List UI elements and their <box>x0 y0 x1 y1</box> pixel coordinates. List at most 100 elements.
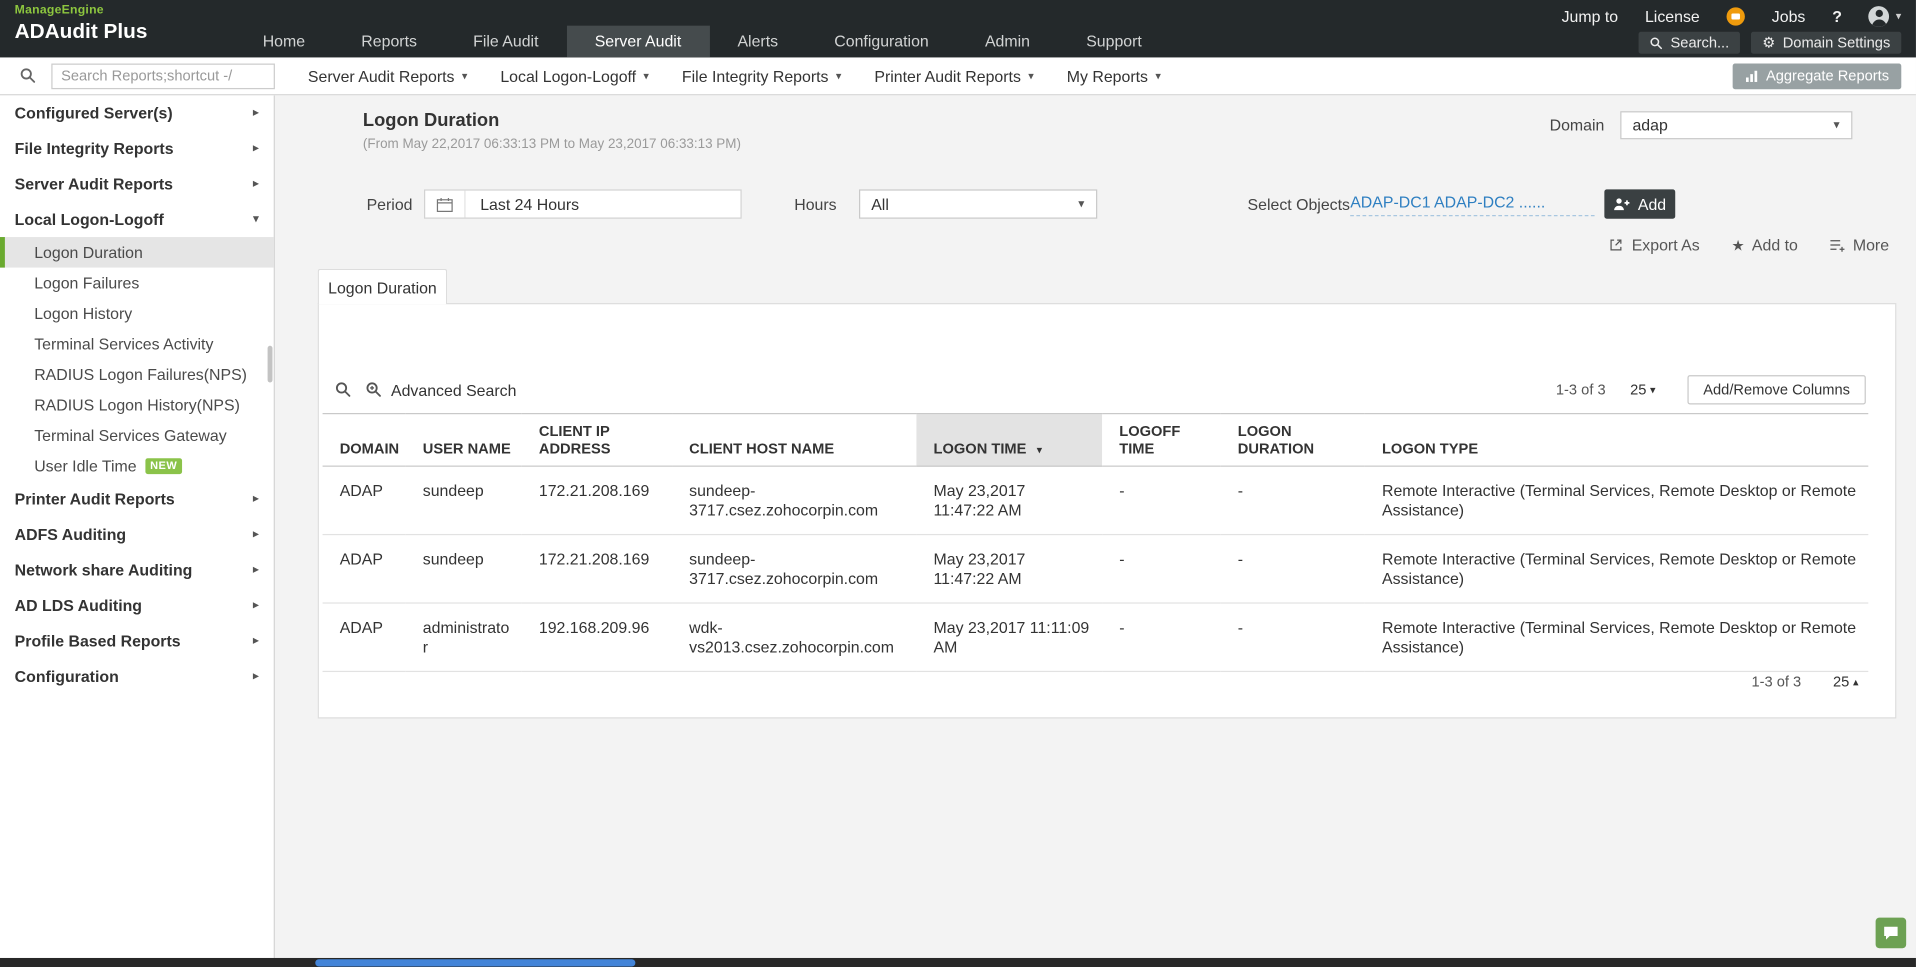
page-size-dropdown[interactable]: 25 ▾ <box>1630 381 1656 398</box>
export-as-button[interactable]: Export As <box>1608 236 1699 254</box>
chevron-up-icon: ▴ <box>1853 676 1859 687</box>
sidebar-item-adfs-auditing[interactable]: ADFS Auditing ▸ <box>0 517 274 552</box>
col-header-domain[interactable]: DOMAIN <box>323 414 406 467</box>
chevron-down-icon: ▾ <box>1067 197 1096 210</box>
table-row: ADAP administrator 192.168.209.96 wdk-vs… <box>323 603 1869 671</box>
report-time-range: (From May 22,2017 06:33:13 PM to May 23,… <box>363 137 741 152</box>
sidebar-item-printer-audit-reports[interactable]: Printer Audit Reports ▸ <box>0 481 274 516</box>
sidebar-scrollbar-thumb[interactable] <box>268 346 273 383</box>
menu-printer-audit-reports[interactable]: Printer Audit Reports ▾ <box>874 67 1033 85</box>
sidebar-item-local-logon-logoff[interactable]: Local Logon-Logoff ▾ <box>0 202 274 237</box>
new-badge: NEW <box>145 458 182 474</box>
chat-widget-button[interactable] <box>1876 918 1907 949</box>
nav-tab-alerts[interactable]: Alerts <box>709 26 806 58</box>
more-options-icon <box>1830 237 1846 253</box>
help-icon[interactable]: ? <box>1832 7 1842 25</box>
nav-tab-home[interactable]: Home <box>235 26 334 58</box>
menu-my-reports[interactable]: My Reports ▾ <box>1067 67 1161 85</box>
chevron-down-icon: ▾ <box>1896 11 1902 22</box>
sidebar-subitem-terminal-services-activity[interactable]: Terminal Services Activity <box>0 329 274 360</box>
col-header-client-ip-address[interactable]: CLIENT IP ADDRESS <box>522 414 672 467</box>
table-row: ADAP sundeep 172.21.208.169 sundeep-3717… <box>323 466 1869 534</box>
nav-tab-support[interactable]: Support <box>1058 26 1170 58</box>
sort-desc-icon: ▾ <box>1037 444 1043 456</box>
cell-logon-type: Remote Interactive (Terminal Services, R… <box>1365 535 1868 603</box>
aggregate-reports-button[interactable]: Aggregate Reports <box>1733 63 1901 89</box>
sidebar-item-configuration[interactable]: Configuration ▸ <box>0 659 274 694</box>
col-header-user-name[interactable]: USER NAME <box>406 414 522 467</box>
sidebar-item-server-audit-reports[interactable]: Server Audit Reports ▸ <box>0 166 274 201</box>
period-picker[interactable]: Last 24 Hours <box>424 189 742 218</box>
sidebar-subitem-logon-duration[interactable]: Logon Duration <box>0 237 274 268</box>
global-search-button[interactable]: Search... <box>1639 32 1740 54</box>
chevron-down-icon: ▾ <box>1155 70 1161 81</box>
user-avatar-icon <box>1869 6 1890 27</box>
col-header-logon-duration[interactable]: LOGON DURATION <box>1221 414 1365 467</box>
sidebar-item-ad-lds-auditing[interactable]: AD LDS Auditing ▸ <box>0 588 274 623</box>
col-header-client-host-name[interactable]: CLIENT HOST NAME <box>672 414 916 467</box>
nav-tab-configuration[interactable]: Configuration <box>806 26 957 58</box>
search-icon <box>20 67 37 84</box>
menu-server-audit-reports[interactable]: Server Audit Reports ▾ <box>308 67 467 85</box>
select-objects-label: Select Objects <box>1248 196 1350 214</box>
col-header-logon-time[interactable]: LOGON TIME ▾ <box>916 414 1102 467</box>
user-menu[interactable]: ▾ <box>1869 6 1901 27</box>
hours-select[interactable]: All ▾ <box>859 189 1097 218</box>
sidebar-item-file-integrity-reports[interactable]: File Integrity Reports ▸ <box>0 131 274 166</box>
license-link[interactable]: License <box>1645 7 1700 25</box>
chevron-right-icon: ▸ <box>253 528 259 540</box>
table-toolbar: Advanced Search 1-3 of 3 25 ▾ Add/Remove… <box>335 374 1866 406</box>
nav-tab-admin[interactable]: Admin <box>957 26 1058 58</box>
sidebar-subitem-radius-logon-failures[interactable]: RADIUS Logon Failures(NPS) <box>0 359 274 390</box>
sidebar-item-configured-servers[interactable]: Configured Server(s) ▸ <box>0 95 274 130</box>
jump-to-link[interactable]: Jump to <box>1562 7 1619 25</box>
page-head: Logon Duration (From May 22,2017 06:33:1… <box>363 110 741 152</box>
header-utility-links: Jump to License Jobs ? ▾ <box>1562 6 1902 27</box>
tab-logon-duration[interactable]: Logon Duration <box>318 269 448 304</box>
chevron-right-icon: ▸ <box>253 493 259 505</box>
horizontal-scrollbar-thumb[interactable] <box>315 959 635 966</box>
report-search-input[interactable] <box>51 63 275 89</box>
col-header-logon-type[interactable]: LOGON TYPE <box>1365 414 1868 467</box>
sidebar-subitem-logon-history[interactable]: Logon History <box>0 298 274 329</box>
nav-tab-reports[interactable]: Reports <box>333 26 445 58</box>
sidebar-subitem-logon-failures[interactable]: Logon Failures <box>0 268 274 299</box>
col-header-logoff-time[interactable]: LOGOFF TIME <box>1102 414 1221 467</box>
jobs-link[interactable]: Jobs <box>1772 7 1806 25</box>
chevron-right-icon: ▸ <box>253 178 259 190</box>
sidebar-item-profile-based-reports[interactable]: Profile Based Reports ▸ <box>0 623 274 658</box>
page-size-dropdown[interactable]: 25 ▴ <box>1833 673 1859 690</box>
sidebar: Configured Server(s) ▸ File Integrity Re… <box>0 95 275 967</box>
add-objects-button[interactable]: Add <box>1604 189 1675 218</box>
nav-tab-file-audit[interactable]: File Audit <box>445 26 567 58</box>
cell-client-ip: 172.21.208.169 <box>522 466 672 534</box>
advanced-search-icon[interactable] <box>365 381 382 398</box>
menu-local-logon-logoff[interactable]: Local Logon-Logoff ▾ <box>500 67 649 85</box>
cell-logoff-time: - <box>1102 603 1221 671</box>
feedback-icon[interactable] <box>1727 7 1745 25</box>
chevron-right-icon: ▸ <box>253 564 259 576</box>
cell-domain: ADAP <box>323 535 406 603</box>
domain-settings-button[interactable]: ⚙ Domain Settings <box>1751 32 1901 54</box>
domain-select[interactable]: adap ▾ <box>1620 111 1852 139</box>
table-row: ADAP sundeep 172.21.208.169 sundeep-3717… <box>323 535 1869 603</box>
chevron-down-icon: ▾ <box>1822 119 1851 132</box>
more-button[interactable]: More <box>1830 236 1889 254</box>
menu-file-integrity-reports[interactable]: File Integrity Reports ▾ <box>682 67 841 85</box>
chevron-right-icon: ▸ <box>253 670 259 682</box>
advanced-search-link[interactable]: Advanced Search <box>391 381 516 399</box>
sidebar-subitem-radius-logon-history[interactable]: RADIUS Logon History(NPS) <box>0 390 274 421</box>
sidebar-subitem-user-idle-time[interactable]: User Idle Time NEW <box>0 451 274 482</box>
search-icon[interactable] <box>335 381 352 398</box>
sidebar-subitem-terminal-services-gateway[interactable]: Terminal Services Gateway <box>0 420 274 451</box>
search-icon <box>1650 36 1663 49</box>
selected-objects-link[interactable]: ADAP-DC1 ADAP-DC2 ...... <box>1350 193 1594 216</box>
horizontal-scrollbar <box>0 958 1916 967</box>
nav-tab-server-audit[interactable]: Server Audit <box>567 26 710 58</box>
cell-client-ip: 172.21.208.169 <box>522 535 672 603</box>
sidebar-item-network-share-auditing[interactable]: Network share Auditing ▸ <box>0 552 274 587</box>
add-to-button[interactable]: ★ Add to <box>1731 236 1797 254</box>
domain-control: Domain adap ▾ <box>1550 111 1853 139</box>
add-remove-columns-button[interactable]: Add/Remove Columns <box>1687 375 1865 404</box>
chevron-down-icon: ▾ <box>1650 384 1656 395</box>
